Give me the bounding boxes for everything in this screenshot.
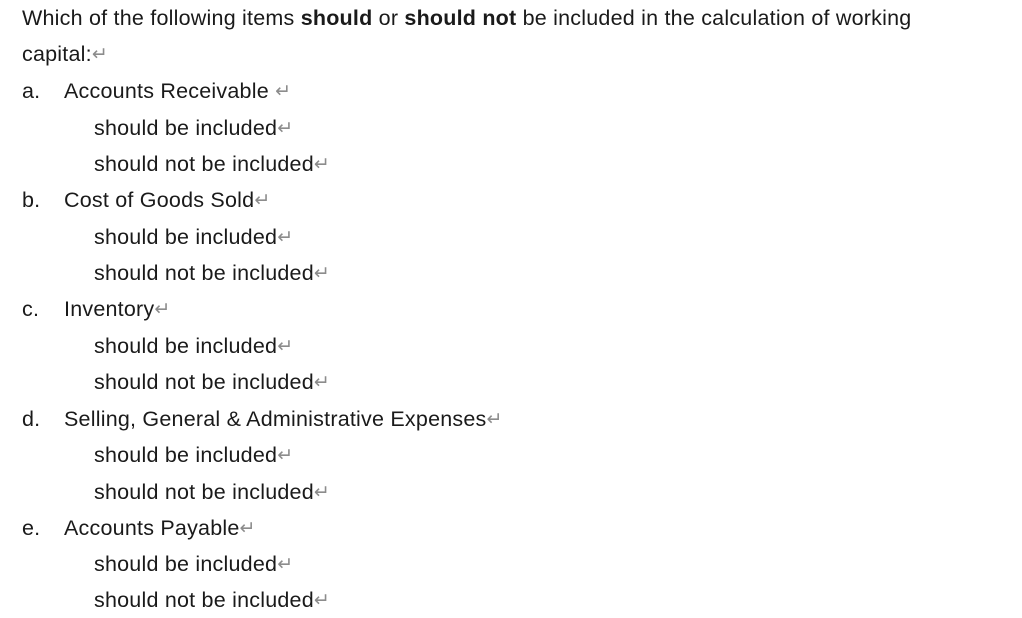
option-d-included[interactable]: should be included↵	[0, 437, 1022, 473]
paragraph-mark-icon: ↵	[313, 371, 330, 393]
paragraph-mark-icon: ↵	[277, 117, 294, 139]
option-e-not-included[interactable]: should not be included↵	[0, 582, 1022, 618]
option-label: should be included	[94, 116, 278, 140]
paragraph-mark-icon: ↵	[275, 80, 291, 102]
option-label: should not be included	[94, 370, 314, 394]
option-e-included[interactable]: should be included↵	[0, 546, 1022, 582]
list-item-b: b. Cost of Goods Sold↵	[0, 182, 1022, 218]
option-label: should not be included	[94, 588, 314, 612]
document-page: Which of the following items should or s…	[0, 0, 1022, 617]
option-a-not-included[interactable]: should not be included↵	[0, 146, 1022, 182]
paragraph-mark-icon: ↵	[277, 335, 294, 357]
list-item-c: c. Inventory↵	[0, 291, 1022, 327]
paragraph-mark-icon: ↵	[313, 481, 330, 503]
list-item-d-text: Selling, General & Administrative Expens…	[64, 407, 487, 431]
list-marker-b: b.	[22, 188, 41, 212]
list-marker-a: a.	[22, 79, 41, 103]
paragraph-mark-icon: ↵	[154, 298, 171, 320]
option-b-included[interactable]: should be included↵	[0, 219, 1022, 255]
option-b-not-included[interactable]: should not be included↵	[0, 255, 1022, 291]
stem-bold-should: should	[300, 6, 373, 30]
list-marker-e: e.	[22, 516, 41, 540]
option-c-not-included[interactable]: should not be included↵	[0, 364, 1022, 400]
list-item-d: d. Selling, General & Administrative Expe…	[0, 401, 1022, 437]
option-c-included[interactable]: should be included↵	[0, 328, 1022, 364]
list-marker-d: d.	[22, 407, 41, 431]
paragraph-mark-icon: ↵	[313, 262, 330, 284]
paragraph-mark-icon: ↵	[313, 153, 330, 175]
stem-text-capital: capital:	[22, 42, 92, 66]
option-label: should be included	[94, 443, 278, 467]
paragraph-mark-icon: ↵	[254, 189, 271, 211]
list-marker-c: c.	[22, 297, 40, 321]
stem-bold-should-not: should not	[404, 6, 517, 30]
stem-text-part-3: be included in the calculation of workin…	[516, 6, 912, 30]
list-item-c-text: Inventory	[64, 297, 155, 321]
list-item-b-text: Cost of Goods Sold	[64, 188, 255, 212]
option-label: should be included	[94, 334, 278, 358]
list-item-a: a. Accounts Receivable ↵	[0, 73, 1022, 109]
paragraph-mark-icon: ↵	[239, 517, 256, 539]
stem-text-part-1: Which of the following items	[22, 6, 301, 30]
list-item-e-text: Accounts Payable	[64, 516, 240, 540]
option-label: should not be included	[94, 261, 314, 285]
option-a-included[interactable]: should be included↵	[0, 110, 1022, 146]
question-stem-line-2: capital:↵	[0, 36, 1022, 72]
paragraph-mark-icon: ↵	[277, 226, 294, 248]
stem-text-part-2: or	[372, 6, 405, 30]
option-d-not-included[interactable]: should not be included↵	[0, 474, 1022, 510]
list-item-a-text: Accounts Receivable	[64, 79, 276, 103]
option-label: should not be included	[94, 480, 314, 504]
paragraph-mark-icon: ↵	[277, 444, 294, 466]
question-stem-line-1: Which of the following items should or s…	[0, 0, 1022, 36]
paragraph-mark-icon: ↵	[91, 43, 108, 65]
option-label: should be included	[94, 552, 278, 576]
paragraph-mark-icon: ↵	[313, 589, 330, 611]
option-label: should be included	[94, 225, 278, 249]
list-item-e: e. Accounts Payable↵	[0, 510, 1022, 546]
paragraph-mark-icon: ↵	[277, 553, 294, 575]
option-label: should not be included	[94, 152, 314, 176]
paragraph-mark-icon: ↵	[486, 408, 503, 430]
